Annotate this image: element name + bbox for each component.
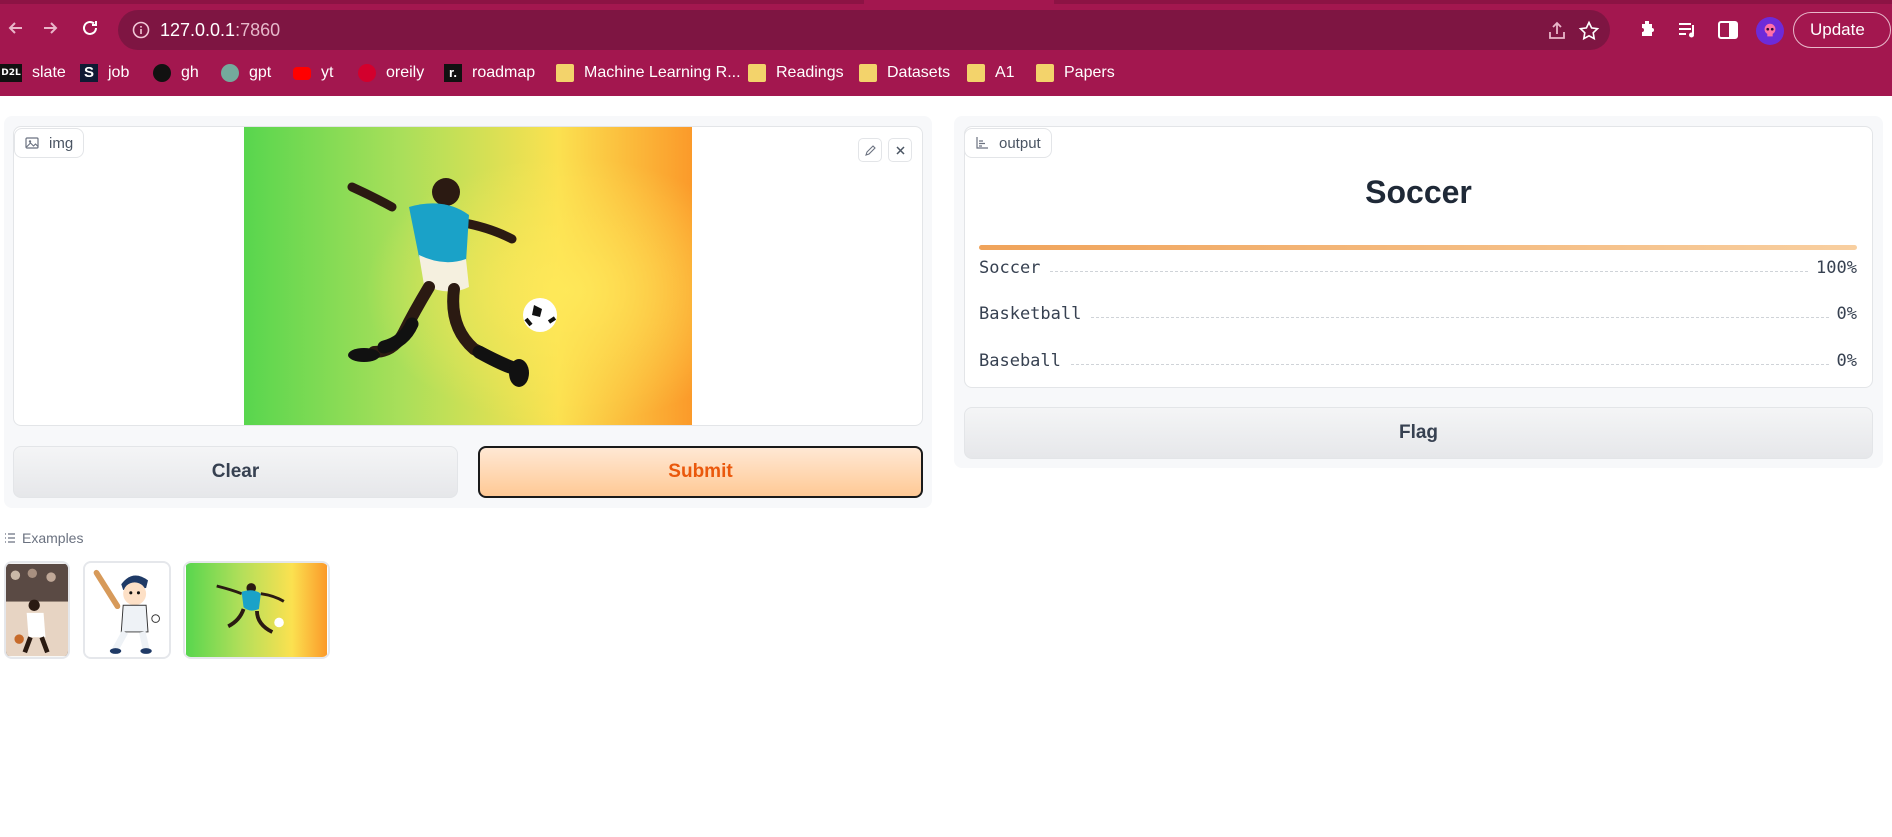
- clear-button[interactable]: Clear: [13, 446, 458, 498]
- example-basketball[interactable]: [4, 561, 70, 659]
- bookmarks-bar: D2L slate S job gh gpt yt oreily r. road…: [0, 58, 1892, 88]
- basketball-thumbnail: [6, 563, 68, 657]
- back-icon[interactable]: [0, 12, 32, 44]
- submit-button[interactable]: Submit: [478, 446, 923, 498]
- bookmark-folder-a1[interactable]: A1: [967, 60, 1015, 86]
- reload-icon[interactable]: [74, 12, 106, 44]
- leader-dots: [1050, 270, 1809, 272]
- flag-button[interactable]: Flag: [964, 407, 1873, 459]
- class-name: Basketball: [979, 304, 1082, 324]
- pencil-icon: [864, 144, 876, 156]
- openai-icon: [221, 64, 239, 82]
- browser-chrome: 127.0.0.1:7860 Update D2L slate S job gh…: [0, 0, 1892, 96]
- class-name: Soccer: [979, 258, 1041, 278]
- baseball-thumbnail: [85, 563, 169, 657]
- edit-image-button[interactable]: [858, 138, 882, 162]
- bookmark-folder-readings[interactable]: Readings: [748, 60, 844, 86]
- example-soccer[interactable]: [183, 561, 330, 659]
- chart-icon: [976, 137, 988, 149]
- image-icon: [25, 137, 39, 149]
- s-icon: S: [80, 64, 98, 82]
- soccer-thumbnail: [186, 563, 327, 657]
- class-confidence: 100%: [1816, 258, 1857, 278]
- uploaded-soccer-image: [244, 127, 692, 425]
- extensions-icon[interactable]: [1636, 18, 1660, 42]
- bookmark-yt[interactable]: yt: [293, 60, 333, 86]
- side-panel-icon[interactable]: [1716, 18, 1740, 42]
- forward-icon[interactable]: [34, 12, 66, 44]
- github-icon: [153, 64, 171, 82]
- confidence-row-baseball[interactable]: Baseball 0%: [979, 349, 1857, 373]
- oreilly-icon: [358, 64, 376, 82]
- predicted-label: Soccer: [1365, 174, 1472, 210]
- folder-icon: [748, 64, 766, 82]
- class-confidence: 0%: [1836, 304, 1857, 324]
- bookmark-gpt[interactable]: gpt: [221, 60, 271, 86]
- remove-image-button[interactable]: [888, 138, 912, 162]
- close-icon: [895, 145, 905, 155]
- leader-dots: [1091, 316, 1829, 318]
- bookmark-folder-datasets[interactable]: Datasets: [859, 60, 950, 86]
- bookmark-gh[interactable]: gh: [153, 60, 199, 86]
- url-text: 127.0.0.1:7860: [160, 20, 281, 40]
- class-confidence: 0%: [1836, 351, 1857, 371]
- bookmark-slate[interactable]: D2L slate: [0, 60, 66, 86]
- folder-icon: [1036, 64, 1054, 82]
- image-input-label: img: [14, 128, 85, 158]
- bookmark-folder-papers[interactable]: Papers: [1036, 60, 1115, 86]
- examples-label: Examples: [4, 530, 83, 546]
- folder-icon: [967, 64, 985, 82]
- example-baseball[interactable]: [83, 561, 171, 659]
- youtube-icon: [293, 66, 311, 80]
- bookmark-oreily[interactable]: oreily: [358, 60, 424, 86]
- d2l-icon: D2L: [0, 64, 22, 82]
- site-info-icon[interactable]: [132, 21, 150, 39]
- profile-avatar[interactable]: [1756, 17, 1784, 45]
- media-controls-icon[interactable]: [1676, 18, 1700, 42]
- folder-icon: [859, 64, 877, 82]
- share-icon[interactable]: [1546, 20, 1568, 42]
- folder-icon: [556, 64, 574, 82]
- bookmark-star-icon[interactable]: [1578, 20, 1600, 42]
- confidence-row-soccer[interactable]: Soccer 100%: [979, 256, 1857, 280]
- class-name: Baseball: [979, 351, 1061, 371]
- bookmark-roadmap[interactable]: r. roadmap: [444, 60, 535, 86]
- update-button[interactable]: Update: [1793, 12, 1891, 48]
- address-bar[interactable]: 127.0.0.1:7860: [118, 10, 1610, 50]
- roadmap-icon: r.: [444, 64, 462, 82]
- confidence-row-basketball[interactable]: Basketball 0%: [979, 302, 1857, 326]
- output-label: output: [964, 128, 1052, 158]
- browser-toolbar: 127.0.0.1:7860 Update: [0, 4, 1892, 56]
- list-icon: [5, 533, 15, 543]
- confidence-bar-fill: [979, 245, 1857, 250]
- leader-dots: [1070, 363, 1829, 365]
- bookmark-folder-ml[interactable]: Machine Learning R...: [556, 60, 741, 86]
- confidence-bar: [979, 245, 1857, 250]
- bookmark-job[interactable]: S job: [80, 60, 129, 86]
